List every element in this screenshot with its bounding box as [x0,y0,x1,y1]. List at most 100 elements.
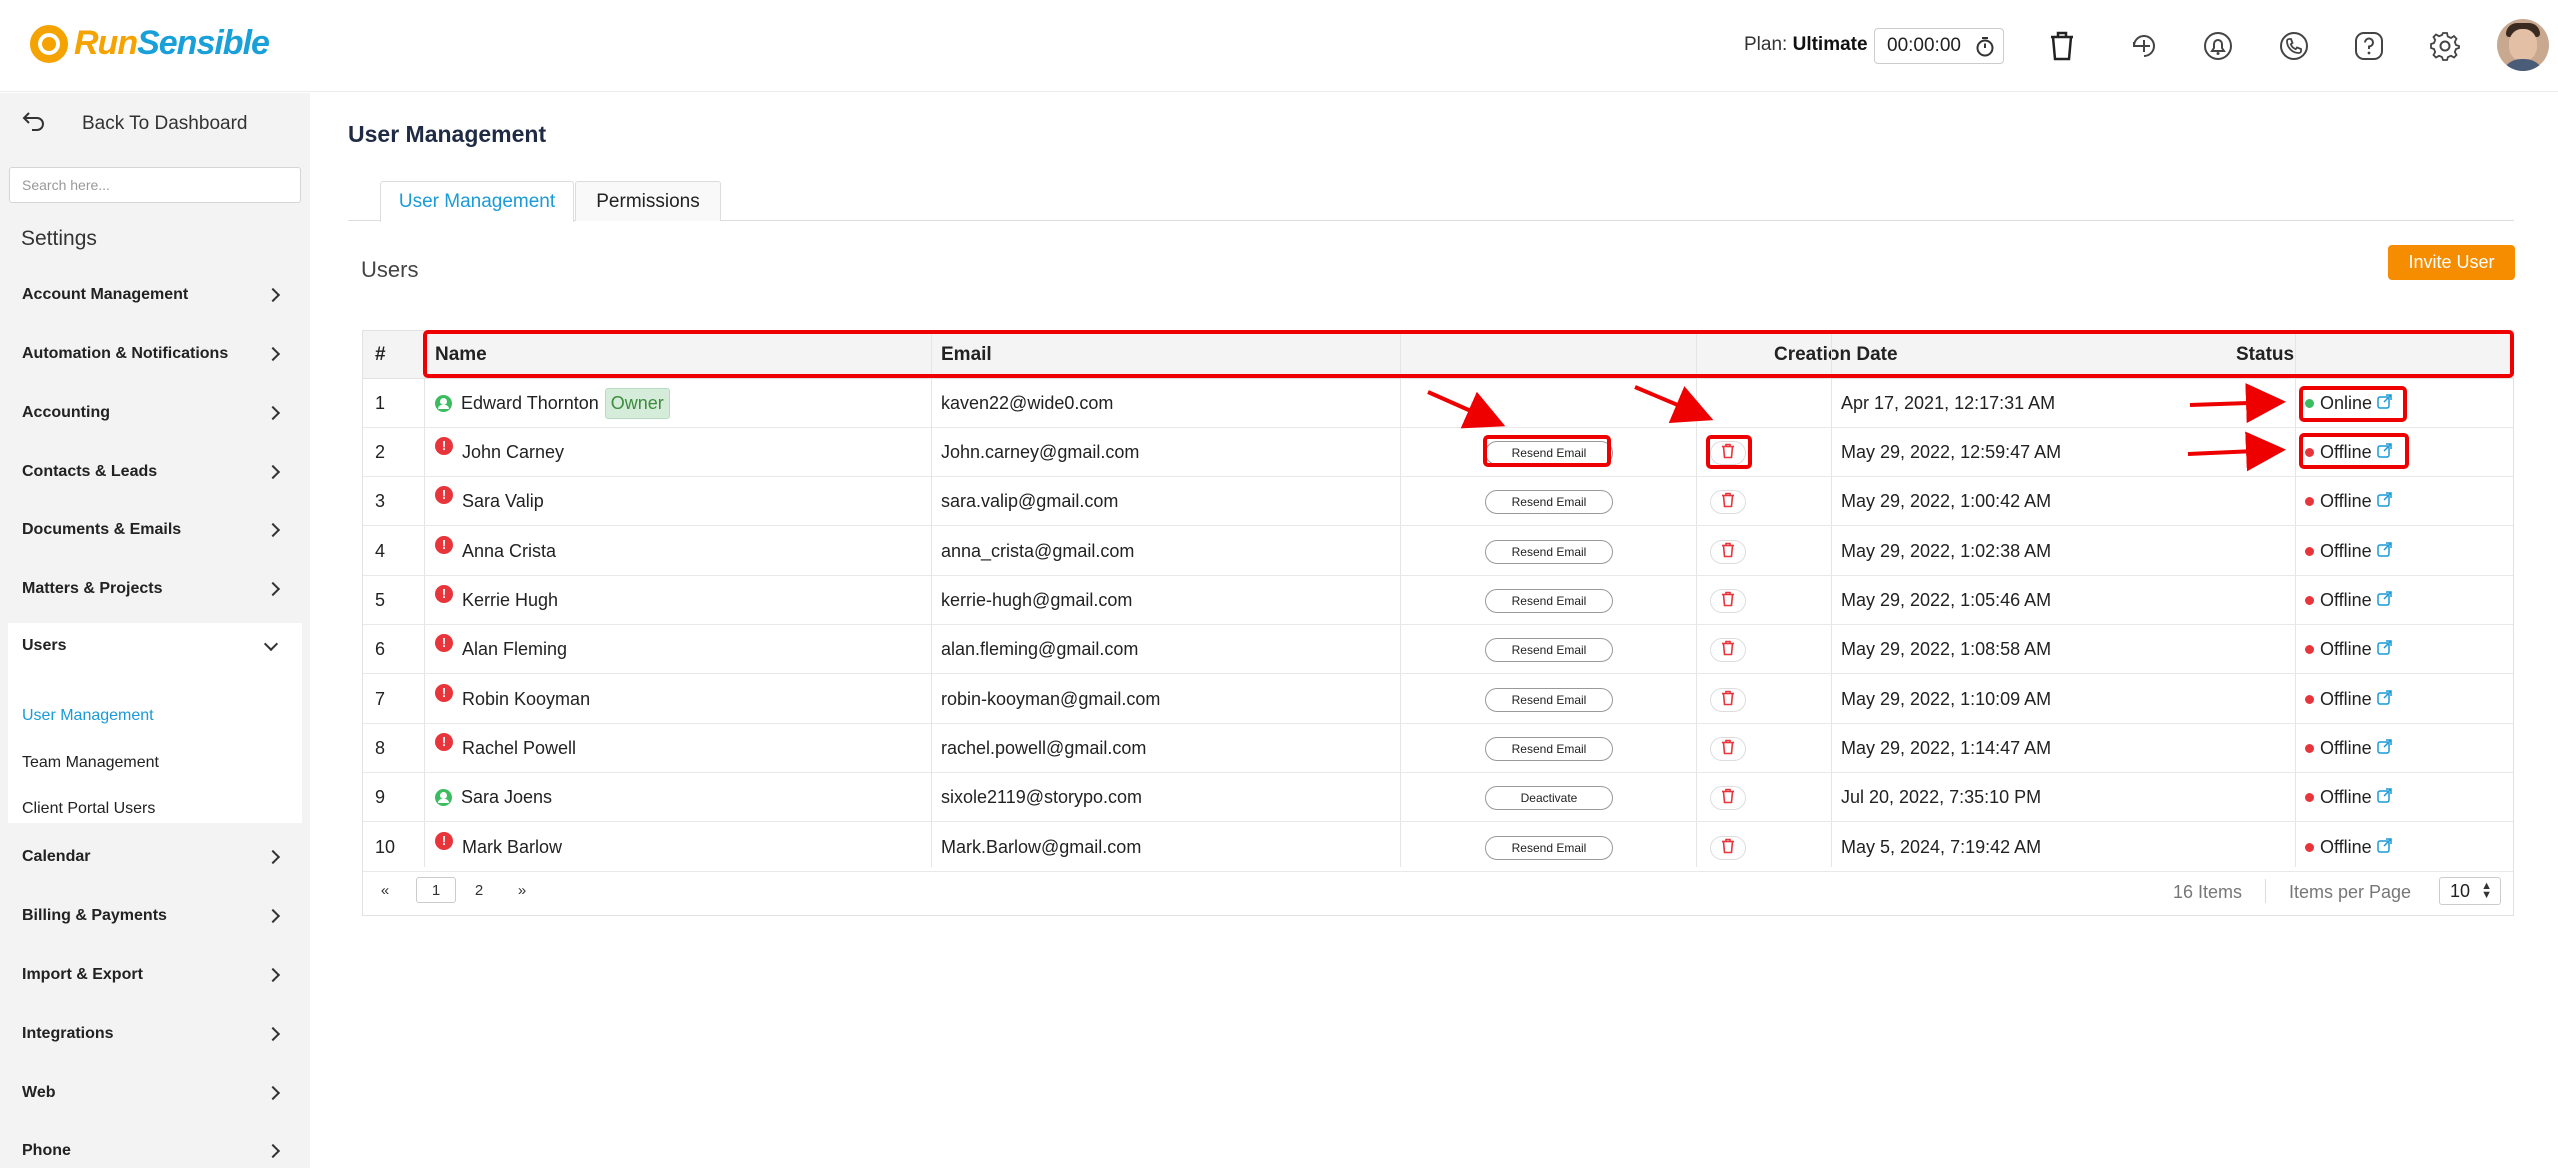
sidebar-item-contacts-leads[interactable]: Contacts & Leads [22,457,284,487]
sidebar-item-calendar[interactable]: Calendar [22,842,284,872]
status-label: Offline [2320,787,2372,807]
sidebar-item-integrations[interactable]: Integrations [22,1019,284,1049]
help-icon[interactable] [2349,26,2389,66]
sidebar-item-users[interactable]: Users [22,631,284,661]
trash-icon[interactable] [2042,26,2082,66]
external-link-icon[interactable] [2376,541,2392,562]
table-row: 9 Sara Joens sixole2119@storypo.com Deactiv… [363,773,2513,822]
gear-icon[interactable] [2425,26,2465,66]
pagination-next[interactable]: » [514,877,530,903]
status-dot-icon [2305,843,2314,852]
resend-email-button[interactable]: Resend Email [1485,637,1613,662]
table-row: 8! Rachel Powell rachel.powell@gmail.com Re… [363,724,2513,773]
column-header-name[interactable]: Name [427,331,487,379]
delete-user-button[interactable] [1710,588,1746,613]
delete-user-button[interactable] [1710,539,1746,564]
user-email: alan.fleming@gmail.com [941,639,1139,659]
row-number: 3 [375,491,386,511]
user-email: kerrie-hugh@gmail.com [941,590,1133,610]
user-email: robin-kooyman@gmail.com [941,689,1161,709]
user-name[interactable]: Edward Thornton [461,393,599,414]
chevron-right-icon [265,346,281,362]
column-header-status[interactable]: Status [2228,331,2294,379]
pagination-page-2[interactable]: 2 [469,877,489,903]
sidebar-item-billing-payments[interactable]: Billing & Payments [22,901,284,931]
resend-email-button[interactable]: Resend Email [1485,440,1613,465]
sidebar-item-web[interactable]: Web [22,1078,284,1108]
column-header-email[interactable]: Email [933,331,992,379]
items-per-page-select[interactable]: 10 ▲ ▼ [2439,877,2501,905]
chevron-right-icon [265,1085,281,1101]
external-link-icon[interactable] [2377,393,2392,414]
sidebar-item-import-export[interactable]: Import & Export [22,960,284,990]
user-avatar[interactable] [2497,19,2549,71]
user-name[interactable]: Rachel Powell [462,738,576,759]
user-name[interactable]: John Carney [462,442,564,463]
delete-user-button[interactable] [1710,835,1746,860]
sidebar-item-matters-projects[interactable]: Matters & Projects [22,574,284,604]
delete-user-button[interactable] [1710,637,1746,662]
external-link-icon[interactable] [2376,689,2392,710]
user-name[interactable]: Robin Kooyman [462,689,590,710]
items-count: 16 Items [2173,882,2243,902]
users-section-title: Users [361,257,419,282]
status-cell: Offline [2305,675,2392,724]
delete-user-button[interactable] [1710,687,1746,712]
resend-email-button[interactable]: Resend Email [1485,588,1613,613]
trash-icon [1721,788,1735,807]
status-cell: Offline [2305,527,2392,576]
external-link-icon[interactable] [2376,491,2392,512]
pagination-page-1[interactable]: 1 [416,877,456,903]
timer-display[interactable]: 00:00:00 [1874,28,2004,64]
delete-user-button[interactable] [1710,440,1746,465]
sidebar-item-automation-notifications[interactable]: Automation & Notifications [22,339,284,369]
user-name[interactable]: Sara Valip [462,491,544,512]
sidebar-search-input[interactable] [9,167,301,203]
sidebar-item-phone[interactable]: Phone [22,1136,284,1166]
top-header: RunSensible Plan: Ultimate 00:00:00 [0,0,2558,92]
tab-permissions[interactable]: Permissions [575,181,721,221]
delete-user-button[interactable] [1710,736,1746,761]
external-link-icon[interactable] [2376,590,2392,611]
sidebar-subitem-team-management[interactable]: Team Management [22,754,159,772]
external-link-icon[interactable] [2376,639,2392,660]
table-row: 4! Anna Crista anna_crista@gmail.com Resend… [363,527,2513,576]
bell-icon[interactable] [2198,26,2238,66]
add-time-icon[interactable] [2124,26,2164,66]
user-name[interactable]: Mark Barlow [462,837,562,858]
user-name-cell: ! Rachel Powell [435,724,576,773]
delete-user-button[interactable] [1710,489,1746,514]
resend-email-button[interactable]: Resend Email [1485,489,1613,514]
tab-user-management[interactable]: User Management [380,181,574,222]
deactivate-button[interactable]: Deactivate [1485,785,1613,810]
user-name[interactable]: Anna Crista [462,541,556,562]
trash-icon [1721,443,1735,462]
status-dot-icon [2305,596,2314,605]
phone-icon[interactable] [2274,26,2314,66]
user-name[interactable]: Sara Joens [461,787,552,808]
creation-date: May 29, 2022, 1:02:38 AM [1841,541,2052,561]
resend-email-button[interactable]: Resend Email [1485,736,1613,761]
sidebar-item-documents-emails[interactable]: Documents & Emails [22,515,284,545]
items-per-page-label: Items per Page [2289,882,2412,902]
pagination-prev[interactable]: « [377,877,393,903]
invite-user-button[interactable]: Invite User [2388,245,2515,280]
external-link-icon[interactable] [2376,442,2392,463]
user-name[interactable]: Kerrie Hugh [462,590,558,611]
sidebar-item-accounting[interactable]: Accounting [22,398,284,428]
external-link-icon[interactable] [2376,787,2392,808]
sidebar-subitem-user-management[interactable]: User Management [22,707,154,725]
sidebar-item-account-management[interactable]: Account Management [22,280,284,310]
resend-email-button[interactable]: Resend Email [1485,539,1613,564]
external-link-icon[interactable] [2376,738,2392,759]
stopwatch-icon[interactable] [1975,36,1995,64]
resend-email-button[interactable]: Resend Email [1485,835,1613,860]
table-header: # Name Email Creation Date Status [363,331,2513,379]
delete-user-button[interactable] [1710,785,1746,810]
user-name[interactable]: Alan Fleming [462,639,567,660]
resend-email-button[interactable]: Resend Email [1485,687,1613,712]
sidebar-subitem-client-portal-users[interactable]: Client Portal Users [22,800,155,818]
back-to-dashboard-link[interactable]: Back To Dashboard [22,111,247,137]
runsensible-logo[interactable]: RunSensible [30,24,270,63]
external-link-icon[interactable] [2376,837,2392,858]
